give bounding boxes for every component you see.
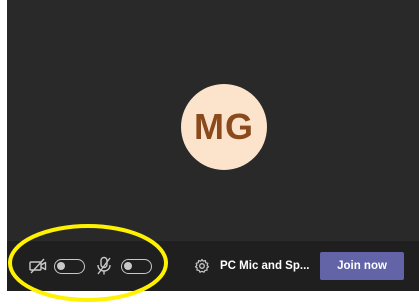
device-settings-button[interactable]: PC Mic and Sp... <box>194 252 316 280</box>
camera-toggle[interactable] <box>54 259 85 274</box>
pre-join-toolbar: PC Mic and Sp... Join now <box>7 240 419 291</box>
video-preview: MG <box>7 0 419 240</box>
avatar: MG <box>181 84 267 170</box>
mic-toggle[interactable] <box>121 259 152 274</box>
camera-toggle-knob <box>57 262 65 270</box>
avatar-initials: MG <box>194 106 254 147</box>
mic-toggle-knob <box>124 262 132 270</box>
mic-off-icon[interactable] <box>95 256 113 276</box>
gear-icon <box>194 258 210 273</box>
device-label: PC Mic and Sp... <box>220 260 310 272</box>
camera-off-icon[interactable] <box>29 258 47 274</box>
join-now-button[interactable]: Join now <box>320 252 404 280</box>
